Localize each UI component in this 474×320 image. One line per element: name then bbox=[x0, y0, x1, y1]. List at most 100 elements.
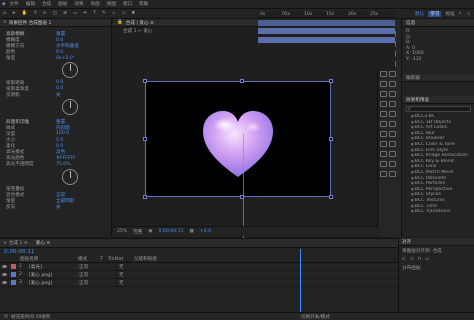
transform-handle-t[interactable] bbox=[240, 79, 244, 83]
tool-preset-button[interactable] bbox=[380, 81, 387, 87]
angle-dial[interactable] bbox=[62, 62, 78, 79]
effects-search-input[interactable]: ⌕ bbox=[406, 106, 471, 112]
tool-preset-button[interactable] bbox=[389, 111, 396, 117]
timeline-tab-heart[interactable]: 爱心 ≡ bbox=[36, 240, 51, 246]
lock-icon[interactable]: 🔒 bbox=[117, 20, 123, 25]
effect-property-row[interactable]: 反向 关 bbox=[0, 204, 111, 210]
visibility-eye-icon[interactable] bbox=[2, 273, 7, 276]
tool-preset-button[interactable] bbox=[389, 71, 396, 77]
layer-mode[interactable]: 正常 bbox=[79, 272, 119, 278]
tool-preset-button[interactable] bbox=[389, 131, 396, 137]
layer-label-color[interactable] bbox=[11, 280, 16, 285]
close-icon[interactable]: × bbox=[3, 241, 7, 246]
effects-list-item[interactable]: BCC Image Restoration bbox=[403, 153, 474, 159]
playhead[interactable] bbox=[300, 249, 301, 313]
effects-presets-tab[interactable]: 效果和预设 bbox=[403, 96, 474, 104]
layer-name[interactable]: [爱心.png] bbox=[29, 280, 79, 286]
stamp-tool-icon[interactable]: ⊥ bbox=[112, 11, 116, 16]
align-tab[interactable]: 对齐 bbox=[399, 238, 474, 246]
effect-property-value[interactable]: 0.0 bbox=[56, 86, 63, 91]
effect-property-value[interactable]: 滤色 bbox=[56, 149, 65, 155]
tool-preset-button[interactable] bbox=[389, 121, 396, 127]
effect-property-row[interactable]: 高光不透明度 75.0% bbox=[0, 161, 111, 168]
effect-property-value[interactable]: 重置 bbox=[56, 119, 65, 125]
transform-handle-tl[interactable] bbox=[143, 79, 147, 83]
rotate-tool-icon[interactable]: ↻ bbox=[43, 11, 47, 16]
effect-property-value[interactable]: 0.0 bbox=[56, 144, 63, 149]
home-icon[interactable]: ⌂ bbox=[3, 11, 6, 16]
effect-property-value[interactable]: 全部阴影 bbox=[56, 198, 74, 204]
workspace-default[interactable]: 默认 bbox=[415, 11, 424, 17]
layer-duration-bar[interactable] bbox=[258, 36, 395, 43]
timeline-tab-comp1[interactable]: 合成 1 ≡ bbox=[9, 240, 28, 246]
menu-composition[interactable]: 合成 bbox=[42, 1, 51, 7]
workspace-menu-icon[interactable]: » bbox=[459, 11, 462, 16]
tool-preset-button[interactable] bbox=[380, 121, 387, 127]
current-time[interactable]: 0:00:00:11 bbox=[158, 229, 183, 234]
exposure-value[interactable]: +0.0 bbox=[200, 229, 211, 234]
transform-handle-br[interactable] bbox=[329, 195, 333, 199]
align-left-icon[interactable]: ⊏ bbox=[402, 257, 406, 262]
effect-property-value[interactable]: 0.0 bbox=[56, 80, 63, 85]
tool-preset-button[interactable] bbox=[389, 101, 396, 107]
menu-window[interactable]: 窗口 bbox=[123, 1, 132, 7]
tool-preset-button[interactable] bbox=[389, 81, 396, 87]
tool-preset-button[interactable] bbox=[389, 91, 396, 97]
layer-label-color[interactable] bbox=[11, 264, 16, 269]
camera-icon[interactable]: ◉ bbox=[148, 229, 152, 234]
tool-preset-button[interactable] bbox=[380, 171, 387, 177]
tool-preset-button[interactable] bbox=[380, 161, 387, 167]
camera-tool-icon[interactable]: ◫ bbox=[53, 11, 57, 16]
puppet-tool-icon[interactable]: ✱ bbox=[131, 11, 135, 16]
hand-tool-icon[interactable]: ✋ bbox=[22, 11, 28, 16]
layer-label-color[interactable] bbox=[11, 272, 16, 277]
bevel-angle-dial[interactable] bbox=[62, 168, 78, 185]
brush-tool-icon[interactable]: ✎ bbox=[102, 11, 106, 16]
menu-edit[interactable]: 编辑 bbox=[26, 1, 35, 7]
direction-dial[interactable] bbox=[62, 98, 78, 115]
effect-property-row[interactable]: 角度 0x+0.0° bbox=[0, 55, 111, 62]
tracker-tab[interactable]: 跟踪器 bbox=[403, 74, 474, 82]
workspace-standard[interactable]: 标准 bbox=[445, 11, 454, 17]
search-icon[interactable]: ⌕ bbox=[467, 11, 470, 17]
effect-property-value[interactable]: 内斜面 bbox=[56, 125, 70, 131]
tool-preset-button[interactable] bbox=[380, 141, 387, 147]
effect-property-value[interactable]: 水平和垂直 bbox=[56, 43, 79, 49]
effect-property-value[interactable]: 0.0 bbox=[56, 38, 63, 43]
effect-property-value[interactable]: #FFFFFF bbox=[56, 156, 76, 161]
timeline-current-time[interactable]: 0:00:00:11 bbox=[4, 249, 35, 255]
effect-property-value[interactable]: 75.0% bbox=[56, 162, 71, 167]
tool-preset-button[interactable] bbox=[380, 101, 387, 107]
tool-preset-button[interactable] bbox=[380, 71, 387, 77]
rectangle-tool-icon[interactable]: ▭ bbox=[73, 11, 77, 16]
close-icon[interactable]: × bbox=[3, 20, 7, 25]
grid-icon[interactable]: ▦ bbox=[190, 229, 194, 234]
effect-property-value[interactable]: 重置 bbox=[56, 31, 65, 37]
menu-animation[interactable]: 动画 bbox=[91, 1, 100, 7]
transform-handle-bl[interactable] bbox=[143, 195, 147, 199]
layer-parent[interactable]: 无 bbox=[119, 272, 139, 278]
align-center-icon[interactable]: ⊐ bbox=[410, 257, 414, 262]
tool-preset-button[interactable] bbox=[380, 111, 387, 117]
workspace-learn[interactable]: 学习 bbox=[428, 10, 442, 17]
layer-name[interactable]: [高光] bbox=[29, 264, 79, 270]
time-ruler[interactable]: 0s 05s 10s 15s 20s 25s bbox=[258, 11, 395, 18]
selection-tool-icon[interactable]: ➤ bbox=[12, 11, 16, 16]
visibility-eye-icon[interactable] bbox=[2, 281, 7, 284]
effect-property-value[interactable]: 0.0 bbox=[56, 50, 63, 55]
zoom-tool-icon[interactable]: ⚲ bbox=[34, 11, 37, 16]
effect-controls-tab[interactable]: × 效果控件 合成图层 1 bbox=[0, 19, 111, 27]
tool-preset-button[interactable] bbox=[389, 141, 396, 147]
tool-preset-button[interactable] bbox=[380, 151, 387, 157]
tool-preset-button[interactable] bbox=[380, 131, 387, 137]
menu-file[interactable]: 文件 bbox=[10, 1, 19, 7]
menu-layer[interactable]: 图层 bbox=[58, 1, 67, 7]
effects-list-item[interactable]: BCC Transitions bbox=[403, 209, 474, 215]
toggle-modes-button[interactable]: 切换开关/模式 bbox=[301, 314, 330, 320]
tool-preset-button[interactable] bbox=[389, 171, 396, 177]
transform-handle-r[interactable] bbox=[329, 137, 333, 141]
tool-preset-button[interactable] bbox=[389, 151, 396, 157]
transform-handle-tr[interactable] bbox=[329, 79, 333, 83]
pan-behind-icon[interactable]: ⊕ bbox=[63, 11, 67, 16]
effect-property-value[interactable]: 0x+0.0° bbox=[56, 56, 75, 61]
